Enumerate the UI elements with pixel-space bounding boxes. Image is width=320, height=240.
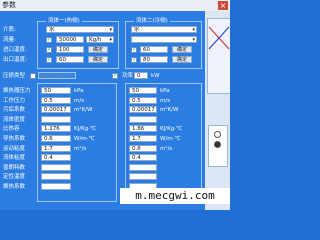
cold-fluid-select[interactable]: 水 bbox=[131, 26, 197, 33]
hot-inlet-input[interactable]: 100 bbox=[56, 46, 84, 53]
cold-prop-unit: W/m·℃ bbox=[160, 136, 181, 142]
cold-prop-input[interactable]: 0.4 bbox=[129, 154, 157, 162]
parameter-window: 参数 × 介质: 流量: 进口温度: 出口温度: 流体一(热侧) 水 ✓ 500… bbox=[0, 0, 230, 210]
cold-prop-input[interactable] bbox=[129, 115, 157, 123]
prop-label: 比热容 bbox=[3, 126, 20, 133]
cold-prop-unit: m²/s bbox=[160, 145, 173, 152]
hot-outlet-checkbox[interactable]: ✓ bbox=[46, 57, 52, 63]
power-checkbox[interactable]: ✓ bbox=[112, 73, 118, 79]
diagram-area bbox=[207, 18, 230, 94]
cold-prop-unit: m/s bbox=[160, 97, 171, 104]
pressure-loss-input[interactable]: 1000 Pa bbox=[38, 72, 76, 79]
hot-prop-unit: KJ/Kg·℃ bbox=[74, 126, 97, 133]
cold-prop-input[interactable]: 50 bbox=[129, 87, 157, 94]
hot-prop-input[interactable]: 0.5 bbox=[41, 96, 71, 104]
hot-prop-input[interactable]: 1.176 bbox=[41, 125, 71, 133]
window-title: 参数 bbox=[2, 1, 16, 9]
hot-prop-input[interactable] bbox=[41, 163, 71, 171]
prop-label: 导热系数 bbox=[3, 136, 26, 142]
prop-label: 换热器压力 bbox=[3, 88, 31, 94]
hot-inlet-button[interactable]: 确定 bbox=[88, 46, 108, 53]
cold-outlet-button[interactable]: 确定 bbox=[172, 56, 192, 63]
hot-fluid-select[interactable]: 水 bbox=[46, 26, 114, 33]
cold-prop-unit: KJ/Kg·℃ bbox=[160, 126, 183, 133]
prop-label: 工作压力 bbox=[3, 97, 26, 104]
radio-option-1[interactable] bbox=[214, 131, 221, 138]
pressure-loss-checkbox[interactable] bbox=[30, 73, 36, 79]
label-outlet: 出口温度: bbox=[3, 57, 27, 63]
hot-prop-input[interactable] bbox=[41, 173, 71, 181]
cold-prop-unit: kPa bbox=[160, 88, 170, 94]
cold-inlet-button[interactable]: 确定 bbox=[172, 46, 192, 53]
prop-label: 污垢系数 bbox=[3, 107, 26, 114]
option-box bbox=[208, 125, 228, 167]
cold-prop-input[interactable] bbox=[129, 163, 157, 171]
cold-flow-select[interactable] bbox=[131, 36, 197, 43]
diagram-lines bbox=[208, 26, 230, 50]
prop-label: 运动粘度 bbox=[3, 145, 26, 152]
hot-prop-input[interactable] bbox=[41, 115, 71, 123]
hot-prop-unit: W/m·℃ bbox=[74, 136, 95, 142]
hot-prop-unit: m²K/W bbox=[74, 107, 93, 114]
hot-flow-input[interactable]: 50000 bbox=[56, 36, 84, 43]
watermark: m.mecgwi.com bbox=[120, 188, 230, 204]
hot-flow-checkbox[interactable]: ✓ bbox=[46, 37, 52, 43]
cold-prop-input[interactable]: 1.7 bbox=[129, 135, 157, 142]
hot-prop-unit: m²/s bbox=[74, 145, 87, 152]
group-hot-title: 流体一(热侧) bbox=[46, 17, 82, 25]
cold-prop-input[interactable]: 0.00017 bbox=[129, 106, 157, 114]
hot-prop-unit: kPa bbox=[74, 88, 84, 94]
cold-inlet-checkbox[interactable]: ✓ bbox=[131, 47, 137, 53]
hot-prop-unit: m/s bbox=[74, 97, 85, 104]
cold-prop-input[interactable] bbox=[129, 173, 157, 181]
label-fluid: 介质: bbox=[3, 27, 16, 33]
hot-outlet-button[interactable]: 确定 bbox=[88, 56, 108, 63]
hot-flow-unit-select[interactable]: Kg/h bbox=[86, 36, 114, 43]
cold-prop-input[interactable]: 1.86 bbox=[129, 125, 157, 133]
hot-prop-input[interactable]: 0.00017 bbox=[41, 106, 71, 114]
hot-prop-input[interactable]: 50 bbox=[41, 87, 71, 94]
prop-label: 普朗特数 bbox=[3, 164, 26, 171]
label-flow: 流量: bbox=[3, 37, 16, 43]
cold-prop-input[interactable]: 0.5 bbox=[129, 96, 157, 104]
prop-label: 流体粘度 bbox=[3, 155, 26, 162]
hot-prop-input[interactable]: 1.7 bbox=[41, 144, 71, 152]
power-unit: kW bbox=[151, 73, 160, 79]
cold-inlet-input[interactable]: 60 bbox=[140, 46, 168, 53]
hot-prop-input[interactable] bbox=[41, 183, 71, 190]
label-inlet: 进口温度: bbox=[3, 47, 27, 53]
power-input[interactable]: 0 bbox=[134, 72, 148, 79]
cold-outlet-input[interactable]: 80 bbox=[140, 56, 168, 63]
hot-inlet-checkbox[interactable]: ✓ bbox=[46, 47, 52, 53]
hot-prop-input[interactable]: 0.6 bbox=[41, 135, 71, 142]
prop-label: 换热系数 bbox=[3, 184, 26, 190]
power-label: 功率 bbox=[122, 73, 134, 79]
pressure-loss-label: 压损类型 bbox=[3, 73, 26, 79]
prop-label: 定性温度 bbox=[3, 174, 26, 181]
group-cold-title: 流体二(冷侧) bbox=[134, 17, 170, 25]
prop-label: 流体密度 bbox=[3, 116, 26, 123]
title-bar: 参数 × bbox=[0, 0, 230, 11]
close-icon[interactable]: × bbox=[218, 1, 228, 10]
cold-prop-unit: m²K/W bbox=[160, 107, 179, 114]
cold-outlet-checkbox[interactable]: ✓ bbox=[131, 57, 137, 63]
cold-prop-input[interactable]: 0.6 bbox=[129, 144, 157, 152]
hot-prop-input[interactable]: 0.4 bbox=[41, 154, 71, 162]
hot-outlet-input[interactable]: 60 bbox=[56, 56, 84, 63]
radio-option-2[interactable] bbox=[214, 141, 221, 148]
